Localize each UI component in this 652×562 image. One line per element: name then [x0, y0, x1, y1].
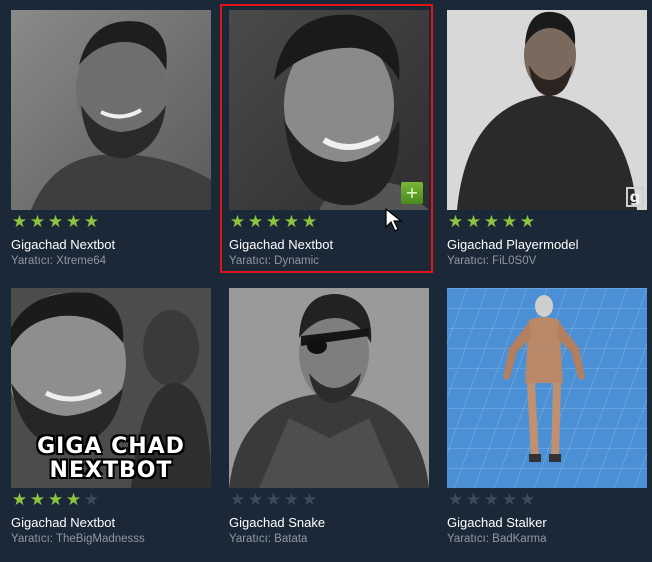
thumbnail-overlay-text: NEXTBOT	[49, 458, 173, 483]
star-icon: ★	[11, 212, 28, 232]
item-title[interactable]: Gigachad Nextbot	[11, 237, 115, 252]
star-icon: ★	[447, 212, 464, 232]
star-icon: ★	[519, 490, 536, 510]
gmod-logo-icon: g	[626, 187, 644, 207]
workshop-item-grid: ★ ★ ★ ★ ★ Gigachad Nextbot Yaratıcı: Xtreme6…	[0, 0, 652, 562]
item-title[interactable]: Gigachad Stalker	[447, 515, 547, 530]
star-icon: ★	[501, 490, 518, 510]
rating-stars: ★ ★ ★ ★ ★	[447, 213, 536, 231]
star-icon: ★	[29, 490, 46, 510]
rating-stars: ★ ★ ★ ★ ★	[229, 491, 318, 509]
star-icon: ★	[501, 212, 518, 232]
item-author[interactable]: Yaratıcı: BadKarma	[447, 533, 547, 545]
workshop-item-card[interactable]: ★ ★ ★ ★ ★ Gigachad Stalker Yaratıcı: BadKarm…	[447, 288, 647, 550]
star-icon: ★	[465, 212, 482, 232]
item-author[interactable]: Yaratıcı: Xtreme64	[11, 255, 106, 267]
item-thumbnail[interactable]: g	[447, 10, 647, 210]
workshop-item-card[interactable]: g ★ ★ ★ ★ ★ Gigachad Playermodel Yaratıcı: F…	[447, 10, 647, 272]
star-icon: ★	[247, 490, 264, 510]
star-icon: ★	[483, 490, 500, 510]
workshop-item-card[interactable]: ★ ★ ★ ★ ★ Gigachad Snake Yaratıcı: Batata	[229, 288, 429, 550]
star-icon: ★	[447, 490, 464, 510]
star-icon: ★	[65, 490, 82, 510]
star-icon: ★	[265, 490, 282, 510]
item-author[interactable]: Yaratıcı: Batata	[229, 533, 307, 545]
rating-stars: ★ ★ ★ ★ ★	[11, 491, 100, 509]
snake-portrait-image	[229, 288, 429, 488]
star-icon: ★	[83, 212, 100, 232]
item-thumbnail[interactable]	[11, 10, 211, 210]
stalker-model-image	[447, 288, 647, 488]
playermodel-render-image	[447, 10, 647, 210]
rating-stars: ★ ★ ★ ★ ★	[11, 213, 100, 231]
mouse-cursor-icon	[385, 207, 403, 232]
item-thumbnail[interactable]	[229, 288, 429, 488]
item-title[interactable]: Gigachad Snake	[229, 515, 325, 530]
star-icon: ★	[483, 212, 500, 232]
star-icon: ★	[47, 212, 64, 232]
item-title[interactable]: Gigachad Playermodel	[447, 237, 579, 252]
gigachad-portrait-image	[11, 10, 211, 210]
star-icon: ★	[11, 490, 28, 510]
star-icon: ★	[65, 212, 82, 232]
item-author[interactable]: Yaratıcı: TheBigMadnesss	[11, 533, 145, 545]
star-icon: ★	[229, 490, 246, 510]
star-icon: ★	[465, 490, 482, 510]
workshop-item-card[interactable]: ★ ★ ★ ★ ★ Gigachad Nextbot Yaratıcı: Xtreme6…	[11, 10, 211, 272]
star-icon: ★	[283, 490, 300, 510]
item-title[interactable]: Gigachad Nextbot	[11, 515, 115, 530]
item-thumbnail[interactable]	[447, 288, 647, 488]
star-icon: ★	[519, 212, 536, 232]
item-author[interactable]: Yaratıcı: FiL0S0V	[447, 255, 536, 267]
item-thumbnail[interactable]: GIGA CHAD NEXTBOT	[11, 288, 211, 488]
star-icon: ★	[301, 490, 318, 510]
thumbnail-overlay-text: GIGA CHAD	[37, 434, 185, 459]
rating-stars: ★ ★ ★ ★ ★	[447, 491, 536, 509]
star-icon: ★	[47, 490, 64, 510]
star-icon: ★	[29, 212, 46, 232]
workshop-item-card[interactable]: GIGA CHAD NEXTBOT ★ ★ ★ ★ ★ Gigachad Nextbot…	[11, 288, 211, 550]
star-icon: ★	[83, 490, 100, 510]
